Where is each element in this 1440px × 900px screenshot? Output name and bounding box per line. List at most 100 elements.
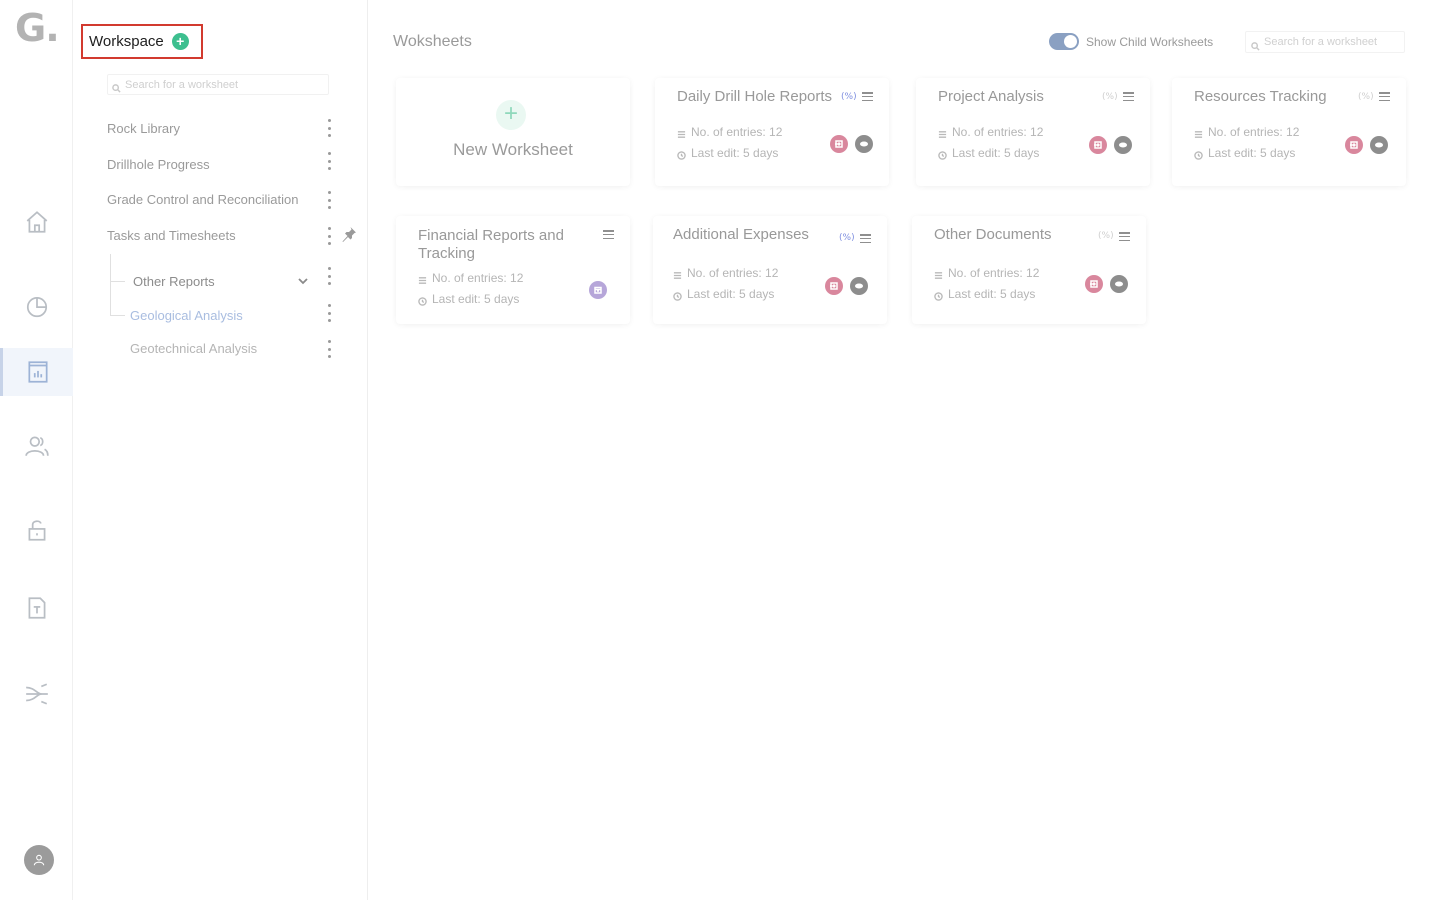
entries-text: No. of entries: 12: [1208, 125, 1300, 139]
entries-text: No. of entries: 12: [432, 271, 524, 285]
worksheet-icon: [28, 361, 48, 383]
sidebar-item-other-reports[interactable]: Other Reports: [133, 274, 215, 289]
more-options-icon[interactable]: [326, 340, 332, 358]
sidebar-item-tasks-timesheets[interactable]: Tasks and Timesheets: [107, 228, 236, 243]
last-edit-text: Last edit: 5 days: [687, 287, 775, 301]
menu-icon[interactable]: [1379, 92, 1390, 101]
clock-icon: [418, 295, 427, 306]
export-icon[interactable]: [825, 277, 843, 295]
sidebar-item-rock-library[interactable]: Rock Library: [107, 121, 180, 136]
new-worksheet-card[interactable]: + New Worksheet: [396, 78, 630, 186]
last-edit: Last edit: 5 days: [673, 287, 774, 301]
menu-icon[interactable]: [862, 92, 873, 101]
list-icon: [1194, 128, 1203, 138]
view-icon[interactable]: [1110, 275, 1128, 293]
calendar-icon[interactable]: [589, 281, 607, 299]
analytics-nav-button[interactable]: [0, 282, 73, 330]
entries-count: No. of entries: 12: [677, 125, 782, 139]
user-icon: [33, 854, 45, 866]
menu-icon[interactable]: [1123, 92, 1134, 101]
entries-text: No. of entries: 12: [948, 266, 1040, 280]
workspace-search-input[interactable]: [125, 78, 325, 91]
export-icon[interactable]: [1089, 136, 1107, 154]
access-nav-button[interactable]: [0, 506, 73, 554]
sidebar-item-grade-control[interactable]: Grade Control and Reconciliation: [107, 192, 299, 207]
list-icon: [673, 269, 682, 279]
menu-icon[interactable]: [603, 230, 614, 239]
app-logo[interactable]: G.: [15, 6, 60, 50]
clock-icon: [938, 149, 947, 160]
left-rail: G.: [0, 0, 73, 900]
workspace-search: [107, 74, 329, 95]
plus-icon: +: [496, 100, 526, 130]
worksheet-card[interactable]: Project Analysis (%) No. of entries: 12 …: [916, 78, 1150, 186]
worksheet-title: Daily Drill Hole Reports: [677, 88, 833, 105]
entries-text: No. of entries: 12: [952, 125, 1044, 139]
link-icon[interactable]: (%): [841, 92, 857, 102]
user-avatar[interactable]: [24, 845, 54, 875]
worksheet-title: Financial Reports and Tracking: [418, 227, 564, 262]
home-nav-button[interactable]: [0, 198, 73, 246]
more-options-icon[interactable]: [326, 227, 332, 245]
more-options-icon[interactable]: [326, 304, 332, 322]
home-icon: [26, 211, 47, 233]
worksheets-nav-button[interactable]: [0, 348, 73, 396]
search-icon: [112, 80, 121, 93]
export-icon[interactable]: [1085, 275, 1103, 293]
pie-chart-icon: [26, 297, 47, 318]
chevron-down-icon[interactable]: [297, 274, 309, 286]
last-edit-text: Last edit: 5 days: [1208, 146, 1296, 160]
worksheet-card[interactable]: Financial Reports and Tracking No. of en…: [396, 216, 630, 324]
last-edit-text: Last edit: 5 days: [691, 146, 779, 160]
show-child-worksheets-toggle[interactable]: [1049, 33, 1079, 50]
sidebar-item-geological-analysis[interactable]: Geological Analysis: [130, 308, 243, 323]
entries-text: No. of entries: 12: [691, 125, 783, 139]
menu-icon[interactable]: [860, 234, 871, 243]
menu-icon[interactable]: [1119, 232, 1130, 241]
view-icon[interactable]: [850, 277, 868, 295]
worksheet-search: [1245, 31, 1405, 53]
link-icon[interactable]: (%): [1102, 92, 1118, 102]
last-edit: Last edit: 5 days: [938, 146, 1039, 160]
pin-icon[interactable]: [341, 226, 357, 242]
worksheet-card[interactable]: Additional Expenses (%) No. of entries: …: [653, 216, 887, 324]
link-icon[interactable]: (%): [1098, 231, 1114, 241]
toggle-label: Show Child Worksheets: [1086, 35, 1214, 49]
sidebar-item-drillhole-progress[interactable]: Drillhole Progress: [107, 157, 210, 172]
workspace-panel: Workspace + Rock Library Drillhole Progr…: [73, 0, 368, 900]
sidebar-item-geotechnical-analysis[interactable]: Geotechnical Analysis: [130, 341, 257, 356]
page-title: Woksheets: [393, 33, 472, 50]
export-icon[interactable]: [830, 135, 848, 153]
more-options-icon[interactable]: [326, 152, 332, 170]
view-icon[interactable]: [1370, 136, 1388, 154]
integrations-nav-button[interactable]: [0, 670, 73, 718]
worksheet-title: Project Analysis: [938, 88, 1044, 105]
clock-icon: [934, 290, 943, 301]
users-nav-button[interactable]: [0, 422, 73, 470]
worksheet-card[interactable]: Other Documents (%) No. of entries: 12 L…: [912, 216, 1146, 324]
worksheet-title: Other Documents: [934, 226, 1052, 243]
entries-count: No. of entries: 12: [1194, 125, 1299, 139]
view-icon[interactable]: [855, 135, 873, 153]
worksheet-card[interactable]: Resources Tracking (%) No. of entries: 1…: [1172, 78, 1406, 186]
worksheet-card[interactable]: Daily Drill Hole Reports (%) No. of entr…: [655, 78, 889, 186]
link-icon[interactable]: (%): [839, 233, 855, 243]
unlock-icon: [28, 520, 45, 541]
last-edit: Last edit: 5 days: [1194, 146, 1295, 160]
documents-nav-button[interactable]: [0, 584, 73, 632]
add-workspace-icon[interactable]: +: [171, 33, 189, 50]
list-icon: [418, 274, 427, 284]
worksheet-title: Resources Tracking: [1194, 88, 1327, 105]
more-options-icon[interactable]: [326, 191, 332, 209]
worksheet-title: Additional Expenses: [673, 226, 809, 243]
view-icon[interactable]: [1114, 136, 1132, 154]
users-icon: [24, 436, 49, 457]
export-icon[interactable]: [1345, 136, 1363, 154]
link-icon[interactable]: (%): [1358, 92, 1374, 102]
tree-connector: [110, 254, 111, 316]
more-options-icon[interactable]: [326, 119, 332, 137]
last-edit: Last edit: 5 days: [677, 146, 778, 160]
more-options-icon[interactable]: [326, 267, 332, 285]
last-edit: Last edit: 5 days: [418, 292, 519, 306]
worksheet-search-input[interactable]: [1264, 36, 1399, 48]
